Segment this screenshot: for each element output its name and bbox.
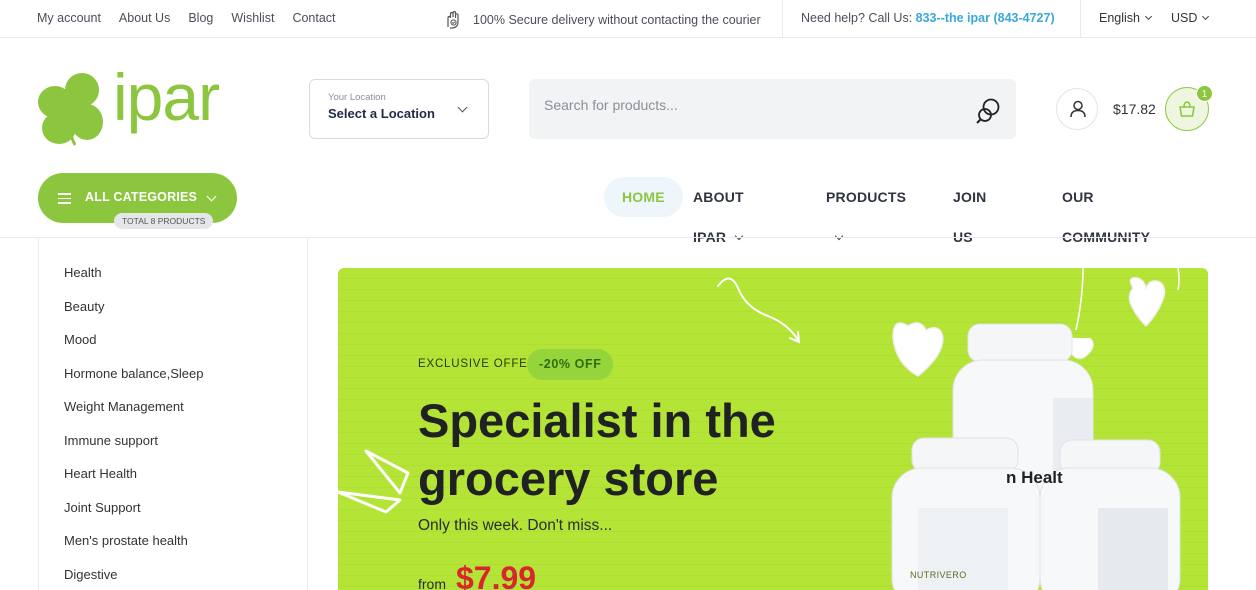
secure-delivery-text: 100% Secure delivery without contacting … [473, 12, 761, 27]
cart-button[interactable]: 1 [1165, 85, 1213, 131]
heart-doodle [1128, 276, 1166, 328]
nav-home[interactable]: HOME [604, 177, 683, 217]
nav-join-us[interactable]: JOIN US [953, 177, 986, 281]
all-categories-label: ALL CATEGORIES [85, 190, 198, 204]
chevron-down-icon [1202, 12, 1210, 21]
sidebar-item-hormone-balance[interactable]: Hormone balance,Sleep [64, 366, 203, 381]
user-icon [1070, 100, 1086, 118]
currency-label: USD [1171, 11, 1198, 25]
cart-count-badge: 1 [1196, 85, 1213, 102]
top-link-wishlist[interactable]: Wishlist [231, 11, 274, 25]
help-line: Need help? Call Us: 833--the ipar (843-4… [801, 11, 1055, 25]
sidebar-item-heart-health[interactable]: Heart Health [64, 466, 137, 481]
chevron-down-icon [834, 231, 844, 241]
search-icon[interactable] [974, 96, 1004, 126]
exclusive-offer-label: EXCLUSIVE OFFER [418, 358, 537, 370]
sidebar-item-immune-support[interactable]: Immune support [64, 433, 158, 448]
chevron-down-icon [206, 191, 217, 202]
supplement-bottle [1039, 439, 1181, 590]
top-link-blog[interactable]: Blog [188, 11, 213, 25]
svg-text:ipar: ipar [113, 70, 219, 134]
top-links: My account About Us Blog Wishlist Contac… [37, 11, 354, 25]
nav-our-community[interactable]: OUR COMMUNITY [1062, 177, 1150, 281]
sidebar-item-health[interactable]: Health [64, 265, 102, 280]
help-text: Need help? Call Us: [801, 11, 913, 25]
location-selector[interactable]: Your Location Select a Location [309, 79, 489, 139]
sidebar-item-digestive[interactable]: Digestive [64, 567, 117, 582]
chevron-down-icon [1144, 12, 1153, 21]
heart-doodle [892, 322, 944, 377]
location-label: Your Location [328, 92, 386, 103]
cart-total[interactable]: $17.82 [1113, 101, 1156, 117]
nav-about-ipar[interactable]: ABOUT IPAR [693, 177, 744, 245]
total-products-badge: TOTAL 8 PRODUCTS [114, 213, 214, 229]
hand-shield-icon [447, 10, 459, 29]
category-sidebar: Health Beauty Mood Hormone balance,Sleep… [38, 238, 308, 590]
top-link-about-us[interactable]: About Us [119, 11, 170, 25]
banner-subtext: Only this week. Don't miss... [418, 517, 613, 534]
sidebar-item-mens-prostate-health[interactable]: Men's prostate health [64, 533, 188, 548]
nav-products[interactable]: PRODUCTS [826, 177, 907, 241]
price-from-label: from [418, 576, 446, 590]
basket-icon [1179, 101, 1195, 117]
search-bar[interactable] [529, 79, 1016, 139]
top-link-contact[interactable]: Contact [292, 11, 335, 25]
discount-badge: -20% OFF [527, 349, 614, 380]
site-logo[interactable]: ipar [37, 60, 237, 148]
menu-icon [58, 193, 71, 207]
nav-products-label: PRODUCTS [826, 189, 907, 205]
logo-graphic: ipar [38, 60, 220, 146]
chevron-down-icon [734, 231, 744, 241]
supplement-bottle [891, 437, 1041, 590]
top-link-my-account[interactable]: My account [37, 11, 101, 25]
currency-selector[interactable]: USD [1171, 11, 1210, 25]
language-label: English [1099, 11, 1140, 25]
divider [1080, 0, 1081, 38]
secure-delivery-notice: 100% Secure delivery without contacting … [442, 9, 761, 30]
bottle-label-health: n Healt [1006, 468, 1063, 487]
sidebar-item-joint-support[interactable]: Joint Support [64, 500, 141, 515]
banner-price: $7.99 [456, 560, 537, 590]
search-input[interactable] [544, 97, 944, 113]
account-button[interactable] [1056, 88, 1098, 130]
bottle-brand-label: NUTRIVERO [910, 570, 967, 580]
help-phone-link[interactable]: 833--the ipar (843-4727) [916, 11, 1055, 25]
banner-headline: Specialist in the grocery store [418, 394, 776, 505]
top-bar: My account About Us Blog Wishlist Contac… [0, 0, 1256, 38]
nav-home-label: HOME [622, 189, 665, 205]
sidebar-item-weight-management[interactable]: Weight Management [64, 399, 184, 414]
sidebar-item-beauty[interactable]: Beauty [64, 299, 104, 314]
language-selector[interactable]: English [1099, 11, 1153, 25]
location-value: Select a Location [328, 106, 435, 121]
all-categories-button[interactable]: ALL CATEGORIES TOTAL 8 PRODUCTS [38, 173, 237, 229]
hero-banner[interactable]: n Healt NUTRIVERO EXCLUSIVE OFFER -20% O… [338, 268, 1208, 590]
divider [782, 0, 783, 38]
sidebar-item-mood[interactable]: Mood [64, 332, 97, 347]
